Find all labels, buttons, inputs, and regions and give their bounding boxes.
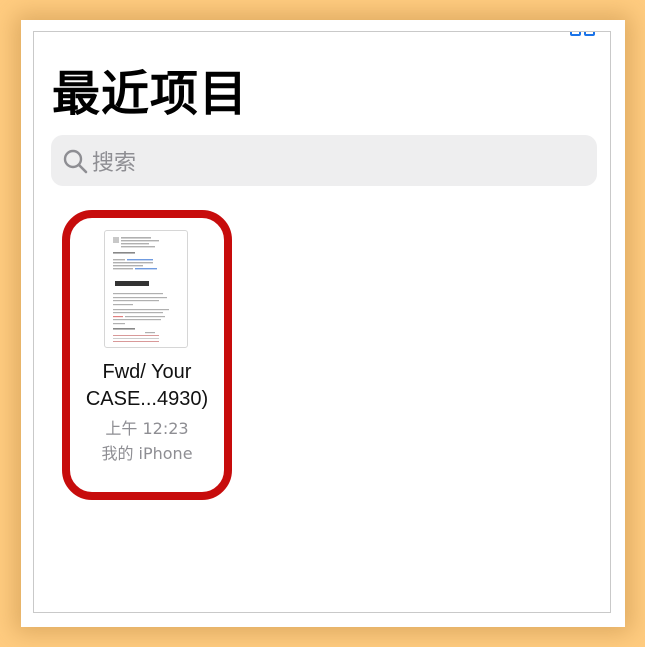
file-name: Fwd/ Your xyxy=(102,361,192,383)
grid-view-icon-left xyxy=(570,32,581,36)
grid-view-icon-right xyxy=(584,32,595,36)
file-timestamp: 上午 12:23 xyxy=(105,419,189,438)
search-input[interactable]: 搜索 xyxy=(92,145,136,177)
file-item[interactable]: Fwd/ Your CASE...4930) 上午 12:23 我的 iPhon… xyxy=(62,210,232,500)
page-title: 最近项目 xyxy=(52,66,249,122)
search-bar[interactable]: 搜索 xyxy=(51,135,597,186)
document-thumbnail[interactable] xyxy=(104,230,188,348)
file-location: 我的 iPhone xyxy=(101,444,193,463)
file-name-continued: CASE...4930) xyxy=(85,388,209,410)
search-icon xyxy=(60,146,90,176)
files-app-window: 最近项目 搜索 Fwd/ Your CASE...4930) 上午 12:23 … xyxy=(33,31,611,613)
grid-view-icon[interactable] xyxy=(570,32,598,42)
